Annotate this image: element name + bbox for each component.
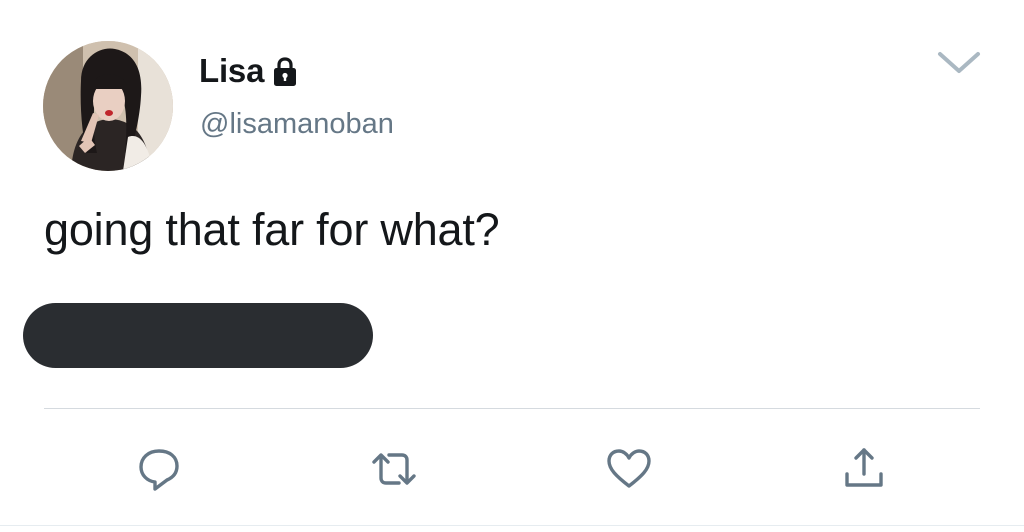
user-handle[interactable]: @lisamanoban xyxy=(200,108,394,141)
avatar[interactable] xyxy=(43,41,173,171)
retweet-icon xyxy=(372,453,416,485)
tweet-text: going that far for what? xyxy=(44,204,500,255)
chevron-down-icon[interactable] xyxy=(936,45,982,79)
heart-icon xyxy=(607,449,651,488)
reply-button[interactable] xyxy=(134,444,184,494)
share-icon xyxy=(845,448,883,487)
avatar-photo xyxy=(43,41,173,171)
divider xyxy=(44,408,980,409)
lock-icon xyxy=(274,57,297,86)
retweet-button[interactable] xyxy=(369,444,419,494)
user-name-row: Lisa xyxy=(199,50,300,92)
tweet: Lisa @lisamanoban going that far for wha… xyxy=(0,0,1024,532)
bottom-border xyxy=(0,525,1024,526)
reply-icon xyxy=(139,449,179,491)
redacted-timestamp xyxy=(23,303,373,368)
display-name[interactable]: Lisa xyxy=(199,52,264,90)
like-button[interactable] xyxy=(604,444,654,494)
share-button[interactable] xyxy=(839,444,889,494)
